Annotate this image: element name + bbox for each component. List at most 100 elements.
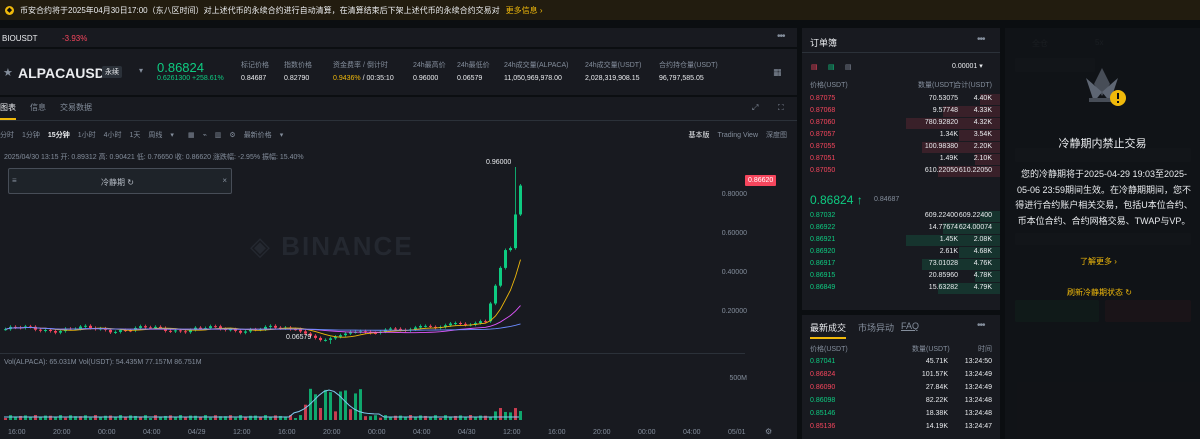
last-price: 0.86824 [157,60,204,75]
price: 0.87032 [810,212,836,219]
book-row[interactable]: 0.87060 780.92820 4.32K [802,118,1000,129]
x-tick: 16:00 [278,429,296,436]
time: 13:24:49 [964,371,992,378]
more-icon[interactable]: ••• [977,34,985,45]
interval-1h[interactable]: 1小时 [78,130,96,140]
book-row[interactable]: 0.86921 1.45K 2.08K [802,235,1000,246]
volume-bar [319,407,322,420]
volume-bar [239,415,242,420]
stat-24h-vol-base: 24h成交量(ALPACA) 11,050,969,978.00 [504,60,568,82]
candle [274,325,277,328]
volume-bar [379,417,382,420]
order-book: 订单簿 ••• ▤ ▤ ▤ 0.00001 ▾ 价格(USDT) 数量(USDT… [802,28,1000,310]
tab-chart[interactable]: 图表 [0,102,16,120]
x-tick: 04:00 [683,429,701,436]
price-change: 0.6261300 +258.61% [157,75,224,82]
learn-more-link[interactable]: 了解更多 › [1080,256,1117,267]
chart-type-icon[interactable]: ▥ [215,131,222,139]
candle [429,325,432,327]
book-view-asks-icon[interactable]: ▤ [845,63,852,71]
volume-bar [214,415,217,420]
stat-mark-price: 标记价格 0.84687 [241,60,269,82]
favorite-star-icon[interactable]: ★ [3,66,13,79]
interval-time[interactable]: 分时 [0,130,14,140]
candle [179,330,182,332]
volume-bar [109,415,112,420]
book-row[interactable]: 0.86917 73.01028 4.76K [802,259,1000,270]
more-icon[interactable]: ••• [777,31,785,42]
interval-15m[interactable]: 15分钟 [48,130,70,140]
more-intervals-icon[interactable]: ▾ [170,131,174,139]
volume-bar [209,417,212,420]
indicators-icon[interactable]: ⌁ [203,131,207,139]
total: 4.78K [973,272,992,279]
volume-bar [444,415,447,420]
fullscreen-icon[interactable]: ⛶ [778,103,784,113]
total: 609.22400 [958,212,992,219]
latest-price-select[interactable]: 最新价格 [244,130,272,140]
price: 0.87075 [810,95,836,102]
interval-1w[interactable]: 周线 [148,130,162,140]
candle [339,335,342,337]
volume-bar [44,415,47,420]
book-row[interactable]: 0.87050 610.22050 610.22050 [802,166,1000,177]
precision-select[interactable]: 0.00001 ▾ [952,62,983,70]
book-row[interactable]: 0.87032 609.22400 609.22400 [802,211,1000,222]
volume-bar [89,417,92,420]
symbol-dropdown-icon[interactable]: ▾ [139,66,143,75]
stat-value: 96,797,585.05 [659,75,704,82]
book-row[interactable]: 0.87051 1.49K 2.10K [802,154,1000,165]
volume-bar [154,415,157,420]
price: 0.86922 [810,224,836,231]
volume-bar [434,415,437,420]
volume-bar [129,415,132,420]
book-row[interactable]: 0.86849 15.63282 4.79K [802,283,1000,294]
candle [319,337,322,341]
volume-bar [34,415,37,420]
refresh-cooldown-link[interactable]: 刷新冷静期状态 ↻ [1067,287,1132,298]
interval-1d[interactable]: 1天 [130,130,141,140]
axis-settings-icon[interactable]: ⚙ [765,427,772,436]
price: 0.85136 [810,423,836,430]
chevron-down-icon[interactable]: ▾ [280,131,284,139]
book-row[interactable]: 0.86915 20.85960 4.78K [802,271,1000,282]
price: 0.86098 [810,397,836,404]
book-row[interactable]: 0.87055 100.98380 2.20K [802,142,1000,153]
price: 0.86921 [810,236,836,243]
book-row[interactable]: 0.86922 14.77674 624.00074 [802,223,1000,234]
volume-bar [384,415,387,420]
book-row[interactable]: 0.87075 70.53075 4.40K [802,94,1000,105]
tab-market-moves[interactable]: 市场异动 [858,321,894,334]
grid-layout-icon[interactable]: ▦ [773,67,782,78]
view-basic[interactable]: 基本版 [689,130,710,140]
book-view-both-icon[interactable]: ▤ [811,63,818,71]
book-row[interactable]: 0.87057 1.34K 3.54K [802,130,1000,141]
candle [109,329,112,333]
interval-1m[interactable]: 1分钟 [22,130,40,140]
volume-bar [189,415,192,420]
book-row[interactable]: 0.87068 9.57748 4.33K [802,106,1000,117]
tab-trading-data[interactable]: 交易数据 [60,102,92,120]
calendar-icon[interactable]: ▦ [188,131,195,139]
volume-bar [464,417,467,420]
tab-info[interactable]: 信息 [30,102,46,120]
strip-symbol[interactable]: BIOUSDT [2,34,38,43]
banner-more-link[interactable]: 更多信息 › [506,5,543,16]
settings-icon[interactable]: ⚙ [229,131,235,139]
symbol-name[interactable]: ALPACAUSDT [18,65,113,81]
perpetual-tag: 永续 [102,66,122,78]
view-tradingview[interactable]: Trading View [718,132,758,139]
more-icon[interactable]: ••• [977,320,985,331]
interval-4h[interactable]: 4小时 [104,130,122,140]
candle [394,328,397,330]
candle [199,327,202,329]
book-row[interactable]: 0.86920 2.61K 4.68K [802,247,1000,258]
tab-faq[interactable]: FAQ [901,321,919,331]
book-view-bids-icon[interactable]: ▤ [828,63,835,71]
view-depth[interactable]: 深度图 [766,130,787,140]
price: 0.87060 [810,119,836,126]
expand-icon[interactable]: ⤢ [752,103,758,113]
strip-change: -3.93% [62,34,88,43]
tab-latest-trades[interactable]: 最新成交 [810,321,847,339]
x-tick: 00:00 [638,429,656,436]
